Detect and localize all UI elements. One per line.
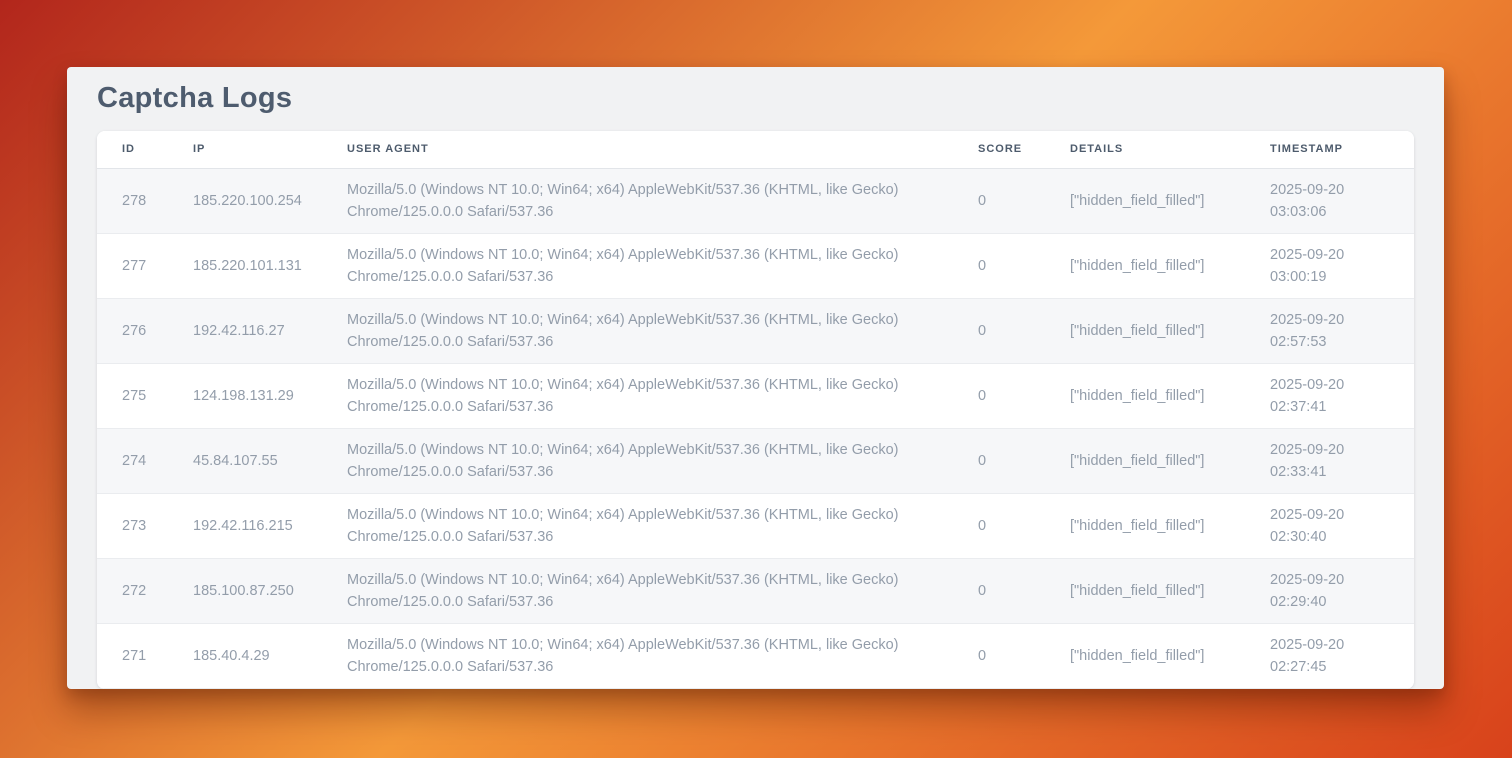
table-row: 272 185.100.87.250 Mozilla/5.0 (Windows … bbox=[97, 558, 1414, 623]
cell-user-agent: Mozilla/5.0 (Windows NT 10.0; Win64; x64… bbox=[347, 298, 978, 363]
cell-details: ["hidden_field_filled"] bbox=[1070, 493, 1270, 558]
cell-timestamp: 2025-09-20 03:00:19 bbox=[1270, 233, 1414, 298]
page-title: Captcha Logs bbox=[97, 82, 1414, 115]
column-header-id: ID bbox=[97, 131, 193, 168]
cell-id: 273 bbox=[97, 493, 193, 558]
cell-user-agent: Mozilla/5.0 (Windows NT 10.0; Win64; x64… bbox=[347, 493, 978, 558]
cell-score: 0 bbox=[978, 558, 1070, 623]
table-body: 278 185.220.100.254 Mozilla/5.0 (Windows… bbox=[97, 168, 1414, 688]
table-row: 271 185.40.4.29 Mozilla/5.0 (Windows NT … bbox=[97, 623, 1414, 688]
cell-ip: 45.84.107.55 bbox=[193, 428, 347, 493]
table-row: 277 185.220.101.131 Mozilla/5.0 (Windows… bbox=[97, 233, 1414, 298]
column-header-details: DETAILS bbox=[1070, 131, 1270, 168]
cell-timestamp: 2025-09-20 02:30:40 bbox=[1270, 493, 1414, 558]
cell-timestamp: 2025-09-20 02:57:53 bbox=[1270, 298, 1414, 363]
cell-user-agent: Mozilla/5.0 (Windows NT 10.0; Win64; x64… bbox=[347, 623, 978, 688]
cell-user-agent: Mozilla/5.0 (Windows NT 10.0; Win64; x64… bbox=[347, 363, 978, 428]
cell-score: 0 bbox=[978, 428, 1070, 493]
cell-timestamp: 2025-09-20 03:03:06 bbox=[1270, 168, 1414, 233]
cell-timestamp: 2025-09-20 02:33:41 bbox=[1270, 428, 1414, 493]
cell-details: ["hidden_field_filled"] bbox=[1070, 428, 1270, 493]
column-header-ip: IP bbox=[193, 131, 347, 168]
cell-id: 274 bbox=[97, 428, 193, 493]
cell-ip: 185.220.100.254 bbox=[193, 168, 347, 233]
cell-user-agent: Mozilla/5.0 (Windows NT 10.0; Win64; x64… bbox=[347, 168, 978, 233]
cell-id: 272 bbox=[97, 558, 193, 623]
cell-ip: 185.40.4.29 bbox=[193, 623, 347, 688]
table-row: 273 192.42.116.215 Mozilla/5.0 (Windows … bbox=[97, 493, 1414, 558]
cell-ip: 185.100.87.250 bbox=[193, 558, 347, 623]
cell-ip: 192.42.116.27 bbox=[193, 298, 347, 363]
cell-score: 0 bbox=[978, 233, 1070, 298]
cell-details: ["hidden_field_filled"] bbox=[1070, 233, 1270, 298]
header-row: ID IP USER AGENT SCORE DETAILS TIMESTAMP bbox=[97, 131, 1414, 168]
cell-id: 271 bbox=[97, 623, 193, 688]
cell-timestamp: 2025-09-20 02:37:41 bbox=[1270, 363, 1414, 428]
captcha-logs-card: Captcha Logs ID IP USER AGENT SCORE DETA… bbox=[67, 67, 1444, 689]
cell-ip: 185.220.101.131 bbox=[193, 233, 347, 298]
cell-details: ["hidden_field_filled"] bbox=[1070, 623, 1270, 688]
table-row: 274 45.84.107.55 Mozilla/5.0 (Windows NT… bbox=[97, 428, 1414, 493]
column-header-score: SCORE bbox=[978, 131, 1070, 168]
table-row: 278 185.220.100.254 Mozilla/5.0 (Windows… bbox=[97, 168, 1414, 233]
cell-id: 275 bbox=[97, 363, 193, 428]
cell-ip: 192.42.116.215 bbox=[193, 493, 347, 558]
cell-id: 277 bbox=[97, 233, 193, 298]
cell-score: 0 bbox=[978, 363, 1070, 428]
cell-details: ["hidden_field_filled"] bbox=[1070, 298, 1270, 363]
cell-details: ["hidden_field_filled"] bbox=[1070, 168, 1270, 233]
cell-score: 0 bbox=[978, 493, 1070, 558]
column-header-timestamp: TIMESTAMP bbox=[1270, 131, 1414, 168]
cell-score: 0 bbox=[978, 623, 1070, 688]
cell-user-agent: Mozilla/5.0 (Windows NT 10.0; Win64; x64… bbox=[347, 428, 978, 493]
column-header-user-agent: USER AGENT bbox=[347, 131, 978, 168]
cell-user-agent: Mozilla/5.0 (Windows NT 10.0; Win64; x64… bbox=[347, 558, 978, 623]
desktop-background: { "page": { "title": "Captcha Logs" }, "… bbox=[0, 0, 1512, 758]
logs-table-container: ID IP USER AGENT SCORE DETAILS TIMESTAMP… bbox=[97, 131, 1414, 689]
captcha-logs-table: ID IP USER AGENT SCORE DETAILS TIMESTAMP… bbox=[97, 131, 1414, 689]
cell-score: 0 bbox=[978, 168, 1070, 233]
cell-user-agent: Mozilla/5.0 (Windows NT 10.0; Win64; x64… bbox=[347, 233, 978, 298]
cell-score: 0 bbox=[978, 298, 1070, 363]
cell-details: ["hidden_field_filled"] bbox=[1070, 363, 1270, 428]
cell-id: 276 bbox=[97, 298, 193, 363]
cell-timestamp: 2025-09-20 02:29:40 bbox=[1270, 558, 1414, 623]
cell-ip: 124.198.131.29 bbox=[193, 363, 347, 428]
table-row: 275 124.198.131.29 Mozilla/5.0 (Windows … bbox=[97, 363, 1414, 428]
table-header: ID IP USER AGENT SCORE DETAILS TIMESTAMP bbox=[97, 131, 1414, 168]
table-row: 276 192.42.116.27 Mozilla/5.0 (Windows N… bbox=[97, 298, 1414, 363]
cell-id: 278 bbox=[97, 168, 193, 233]
cell-timestamp: 2025-09-20 02:27:45 bbox=[1270, 623, 1414, 688]
cell-details: ["hidden_field_filled"] bbox=[1070, 558, 1270, 623]
